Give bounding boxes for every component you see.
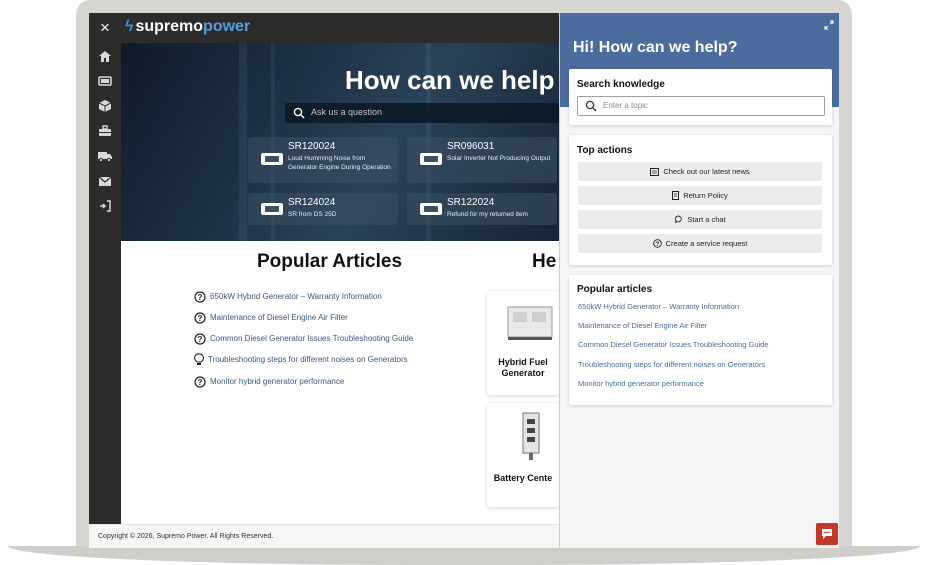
svg-text:?: ? xyxy=(198,314,203,323)
action-latest-news-button[interactable]: Check out our latest news xyxy=(578,162,822,181)
left-nav xyxy=(89,43,121,524)
search-icon xyxy=(585,100,597,112)
page-footer: Copyright © 2026, Supremo Power. All Rig… xyxy=(89,524,559,548)
battery-center-image xyxy=(522,412,540,460)
panel-article-link[interactable]: Maintenance of Diesel Engine Air Filter xyxy=(578,321,707,330)
top-bar: × ϟ supremopower xyxy=(89,13,559,43)
ticket-icon xyxy=(261,153,283,165)
bolt-icon: ϟ xyxy=(125,18,134,35)
search-knowledge-box: Search knowledge Enter a topic xyxy=(569,69,832,125)
hero-search-placeholder: Ask us a question xyxy=(311,107,383,117)
ticket-description: SR from DS 25D xyxy=(288,211,337,218)
ticket-description: Solar Inverter Not Producing Output xyxy=(447,155,551,162)
knowledge-search-input[interactable]: Enter a topic xyxy=(577,96,825,116)
product-name: Hybrid Fuel Generator xyxy=(498,357,548,378)
top-actions-heading: Top actions xyxy=(577,145,633,156)
brand-accent: power xyxy=(203,18,251,35)
question-circle-icon: ? xyxy=(194,375,206,388)
brand-logo[interactable]: ϟ supremopower xyxy=(125,17,250,37)
ticket-description: Refund for my returned item xyxy=(447,211,528,218)
svg-text:?: ? xyxy=(655,242,659,248)
chat-icon xyxy=(674,215,683,224)
search-knowledge-heading: Search knowledge xyxy=(577,79,665,90)
chat-bubble-icon xyxy=(822,529,832,539)
help-panel-title: Hi! How can we help? xyxy=(573,39,738,56)
copyright-text: Copyright © 2026, Supremo Power. All Rig… xyxy=(98,533,274,540)
question-circle-icon: ? xyxy=(194,332,206,345)
popular-article-label: 650kW Hybrid Generator – Warranty Inform… xyxy=(210,292,382,301)
ticket-card[interactable]: SR096031 Solar Inverter Not Producing Ou… xyxy=(407,137,557,183)
action-return-policy-button[interactable]: Return Policy xyxy=(578,186,822,205)
popular-article-label: Common Diesel Generator Issues Troublesh… xyxy=(210,334,414,343)
ticket-card[interactable]: SR124024 SR from DS 25D xyxy=(248,193,398,225)
popular-articles-title: Popular Articles xyxy=(257,251,403,272)
ticket-card[interactable]: SR120024 Loud Humming Noise from Generat… xyxy=(248,137,398,183)
box-icon[interactable] xyxy=(97,99,113,113)
action-label: Check out our latest news xyxy=(663,167,750,176)
ticket-id: SR096031 xyxy=(447,141,495,152)
generator-image xyxy=(507,306,553,340)
svg-text:?: ? xyxy=(198,378,203,387)
mail-icon[interactable] xyxy=(97,174,113,188)
popular-article-label: Troubleshooting steps for different nois… xyxy=(208,355,408,364)
product-card[interactable]: Battery Cente xyxy=(487,403,559,507)
chat-launcher-button[interactable] xyxy=(816,523,838,545)
popular-article-link[interactable]: ? Common Diesel Generator Issues Trouble… xyxy=(194,332,413,345)
truck-icon[interactable] xyxy=(97,149,113,163)
hero-banner: How can we help Ask us a question SR1200… xyxy=(121,43,559,241)
products-title: He xyxy=(532,251,557,272)
ticket-id: SR122024 xyxy=(447,197,495,208)
sign-in-icon[interactable] xyxy=(97,199,113,213)
lightbulb-icon xyxy=(194,353,204,365)
panel-article-link[interactable]: Monitor hybrid generator performance xyxy=(578,379,704,388)
search-icon xyxy=(293,107,305,119)
product-name: Battery Cente xyxy=(493,473,553,483)
ticket-description: Loud Humming Noise from Generator Engine… xyxy=(288,155,391,171)
panel-article-link[interactable]: 650kW Hybrid Generator – Warranty Inform… xyxy=(578,302,739,311)
popular-article-label: Monitor hybrid generator performance xyxy=(210,377,345,386)
expand-icon[interactable] xyxy=(824,20,834,30)
action-label: Start a chat xyxy=(687,215,726,224)
question-circle-icon: ? xyxy=(652,239,662,248)
popular-article-link[interactable]: Troubleshooting steps for different nois… xyxy=(194,353,408,366)
action-service-request-button[interactable]: ? Create a service request xyxy=(578,234,822,253)
brand-name: supremo xyxy=(135,18,204,35)
hero-search-input[interactable]: Ask us a question xyxy=(285,103,559,123)
home-icon[interactable] xyxy=(97,49,113,63)
popular-article-link[interactable]: ? Monitor hybrid generator performance xyxy=(194,375,344,388)
hero-stripe xyxy=(239,43,247,241)
ticket-icon xyxy=(261,203,283,215)
hero-title: How can we help xyxy=(345,65,555,95)
toolbox-icon[interactable] xyxy=(97,124,113,138)
top-actions-box: Top actions Check out our latest news Re… xyxy=(569,135,832,265)
ticket-icon xyxy=(420,153,442,165)
ticket-id: SR120024 xyxy=(288,141,336,152)
ticket-id: SR124024 xyxy=(288,197,336,208)
laptop-screen: × ϟ supremopower How can we help Ask us … xyxy=(89,13,839,548)
question-circle-icon: ? xyxy=(194,311,206,324)
panel-popular-articles-box: Popular articles 650kW Hybrid Generator … xyxy=(569,275,832,405)
laptop-base xyxy=(8,546,920,565)
popular-article-label: Maintenance of Diesel Engine Air Filter xyxy=(210,313,348,322)
close-icon[interactable]: × xyxy=(100,18,110,38)
action-start-chat-button[interactable]: Start a chat xyxy=(578,210,822,229)
product-card[interactable]: Hybrid Fuel Generator xyxy=(487,291,559,395)
panel-popular-heading: Popular articles xyxy=(577,284,653,295)
help-panel: Hi! How can we help? Search knowledge En… xyxy=(559,13,839,548)
knowledge-search-placeholder: Enter a topic xyxy=(603,101,648,110)
popular-article-link[interactable]: ? Maintenance of Diesel Engine Air Filte… xyxy=(194,311,348,324)
popular-article-link[interactable]: ? 650kW Hybrid Generator – Warranty Info… xyxy=(194,290,382,303)
action-label: Create a service request xyxy=(665,239,748,248)
screen-icon[interactable] xyxy=(97,74,113,88)
ticket-card[interactable]: SR122024 Refund for my returned item xyxy=(407,193,557,225)
question-circle-icon: ? xyxy=(194,290,206,303)
news-icon xyxy=(650,167,660,176)
document-icon xyxy=(672,191,680,200)
svg-text:?: ? xyxy=(198,293,203,302)
panel-article-link[interactable]: Troubleshooting steps for different nois… xyxy=(578,360,765,369)
ticket-icon xyxy=(420,203,442,215)
panel-article-link[interactable]: Common Diesel Generator Issues Troublesh… xyxy=(578,340,769,349)
svg-text:?: ? xyxy=(198,335,203,344)
action-label: Return Policy xyxy=(683,191,728,200)
